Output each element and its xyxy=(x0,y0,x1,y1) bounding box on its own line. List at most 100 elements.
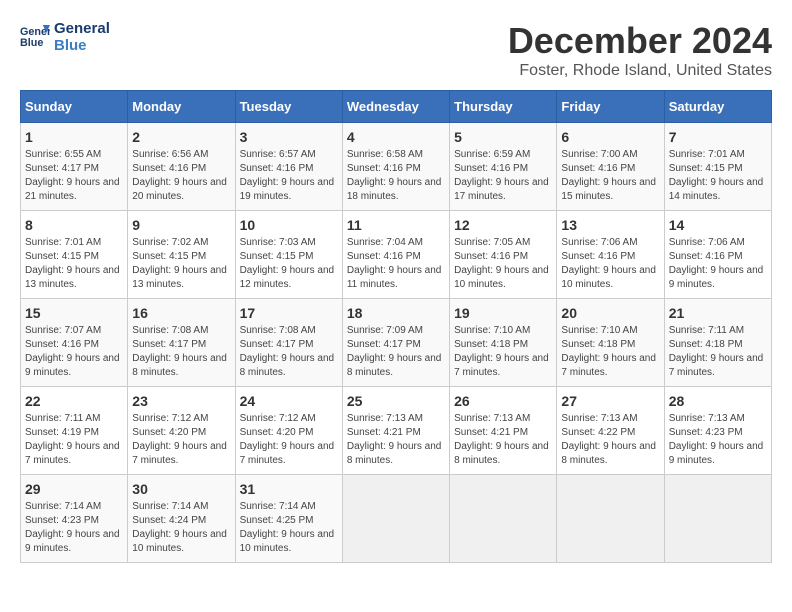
sunrise-text: Sunrise: 7:13 AM xyxy=(454,412,552,426)
daylight-text: Daylight: 9 hours and 7 minutes. xyxy=(25,440,123,468)
sunrise-text: Sunrise: 7:09 AM xyxy=(347,324,445,338)
day-info: Sunrise: 7:09 AM Sunset: 4:17 PM Dayligh… xyxy=(347,324,445,380)
sunset-text: Sunset: 4:17 PM xyxy=(347,338,445,352)
column-header-sunday: Sunday xyxy=(21,91,128,123)
sunrise-text: Sunrise: 7:05 AM xyxy=(454,236,552,250)
day-number: 21 xyxy=(669,305,767,321)
sunset-text: Sunset: 4:16 PM xyxy=(347,162,445,176)
calendar-cell xyxy=(557,475,664,563)
calendar-cell: 24 Sunrise: 7:12 AM Sunset: 4:20 PM Dayl… xyxy=(235,387,342,475)
daylight-text: Daylight: 9 hours and 15 minutes. xyxy=(561,176,659,204)
day-number: 26 xyxy=(454,393,552,409)
sunrise-text: Sunrise: 6:58 AM xyxy=(347,148,445,162)
page-subtitle: Foster, Rhode Island, United States xyxy=(508,62,772,80)
day-info: Sunrise: 7:14 AM Sunset: 4:25 PM Dayligh… xyxy=(240,500,338,556)
daylight-text: Daylight: 9 hours and 17 minutes. xyxy=(454,176,552,204)
calendar-week-row: 1 Sunrise: 6:55 AM Sunset: 4:17 PM Dayli… xyxy=(21,123,772,211)
sunset-text: Sunset: 4:20 PM xyxy=(132,426,230,440)
day-number: 16 xyxy=(132,305,230,321)
day-number: 4 xyxy=(347,129,445,145)
sunrise-text: Sunrise: 7:13 AM xyxy=(347,412,445,426)
daylight-text: Daylight: 9 hours and 8 minutes. xyxy=(561,440,659,468)
calendar-cell: 18 Sunrise: 7:09 AM Sunset: 4:17 PM Dayl… xyxy=(342,299,449,387)
day-info: Sunrise: 7:07 AM Sunset: 4:16 PM Dayligh… xyxy=(25,324,123,380)
day-info: Sunrise: 6:57 AM Sunset: 4:16 PM Dayligh… xyxy=(240,148,338,204)
sunset-text: Sunset: 4:18 PM xyxy=(454,338,552,352)
sunset-text: Sunset: 4:15 PM xyxy=(25,250,123,264)
sunrise-text: Sunrise: 7:14 AM xyxy=(132,500,230,514)
daylight-text: Daylight: 9 hours and 9 minutes. xyxy=(25,352,123,380)
daylight-text: Daylight: 9 hours and 9 minutes. xyxy=(669,264,767,292)
calendar-cell: 15 Sunrise: 7:07 AM Sunset: 4:16 PM Dayl… xyxy=(21,299,128,387)
sunrise-text: Sunrise: 7:01 AM xyxy=(669,148,767,162)
sunrise-text: Sunrise: 7:02 AM xyxy=(132,236,230,250)
daylight-text: Daylight: 9 hours and 13 minutes. xyxy=(25,264,123,292)
sunrise-text: Sunrise: 7:13 AM xyxy=(561,412,659,426)
day-info: Sunrise: 7:13 AM Sunset: 4:21 PM Dayligh… xyxy=(347,412,445,468)
calendar-cell: 3 Sunrise: 6:57 AM Sunset: 4:16 PM Dayli… xyxy=(235,123,342,211)
daylight-text: Daylight: 9 hours and 21 minutes. xyxy=(25,176,123,204)
daylight-text: Daylight: 9 hours and 10 minutes. xyxy=(454,264,552,292)
day-info: Sunrise: 6:56 AM Sunset: 4:16 PM Dayligh… xyxy=(132,148,230,204)
sunset-text: Sunset: 4:16 PM xyxy=(561,250,659,264)
svg-text:Blue: Blue xyxy=(20,37,43,49)
logo: General Blue General Blue xyxy=(20,20,110,54)
sunrise-text: Sunrise: 7:11 AM xyxy=(25,412,123,426)
day-info: Sunrise: 7:13 AM Sunset: 4:23 PM Dayligh… xyxy=(669,412,767,468)
day-number: 10 xyxy=(240,217,338,233)
calendar-cell: 4 Sunrise: 6:58 AM Sunset: 4:16 PM Dayli… xyxy=(342,123,449,211)
sunrise-text: Sunrise: 7:12 AM xyxy=(132,412,230,426)
sunrise-text: Sunrise: 7:06 AM xyxy=(561,236,659,250)
calendar-cell: 7 Sunrise: 7:01 AM Sunset: 4:15 PM Dayli… xyxy=(664,123,771,211)
calendar-cell: 28 Sunrise: 7:13 AM Sunset: 4:23 PM Dayl… xyxy=(664,387,771,475)
day-number: 24 xyxy=(240,393,338,409)
day-info: Sunrise: 7:01 AM Sunset: 4:15 PM Dayligh… xyxy=(669,148,767,204)
day-number: 20 xyxy=(561,305,659,321)
daylight-text: Daylight: 9 hours and 7 minutes. xyxy=(561,352,659,380)
day-number: 25 xyxy=(347,393,445,409)
daylight-text: Daylight: 9 hours and 7 minutes. xyxy=(669,352,767,380)
day-number: 8 xyxy=(25,217,123,233)
calendar-cell: 31 Sunrise: 7:14 AM Sunset: 4:25 PM Dayl… xyxy=(235,475,342,563)
calendar-cell: 2 Sunrise: 6:56 AM Sunset: 4:16 PM Dayli… xyxy=(128,123,235,211)
sunrise-text: Sunrise: 7:06 AM xyxy=(669,236,767,250)
sunset-text: Sunset: 4:16 PM xyxy=(669,250,767,264)
daylight-text: Daylight: 9 hours and 10 minutes. xyxy=(561,264,659,292)
column-header-wednesday: Wednesday xyxy=(342,91,449,123)
day-number: 2 xyxy=(132,129,230,145)
daylight-text: Daylight: 9 hours and 14 minutes. xyxy=(669,176,767,204)
column-header-thursday: Thursday xyxy=(450,91,557,123)
sunrise-text: Sunrise: 7:01 AM xyxy=(25,236,123,250)
calendar-header-row: SundayMondayTuesdayWednesdayThursdayFrid… xyxy=(21,91,772,123)
day-info: Sunrise: 7:10 AM Sunset: 4:18 PM Dayligh… xyxy=(561,324,659,380)
day-info: Sunrise: 7:11 AM Sunset: 4:18 PM Dayligh… xyxy=(669,324,767,380)
sunrise-text: Sunrise: 7:12 AM xyxy=(240,412,338,426)
sunset-text: Sunset: 4:16 PM xyxy=(561,162,659,176)
daylight-text: Daylight: 9 hours and 8 minutes. xyxy=(347,352,445,380)
daylight-text: Daylight: 9 hours and 10 minutes. xyxy=(240,528,338,556)
sunset-text: Sunset: 4:16 PM xyxy=(240,162,338,176)
calendar-cell: 19 Sunrise: 7:10 AM Sunset: 4:18 PM Dayl… xyxy=(450,299,557,387)
daylight-text: Daylight: 9 hours and 7 minutes. xyxy=(454,352,552,380)
sunrise-text: Sunrise: 7:10 AM xyxy=(454,324,552,338)
sunset-text: Sunset: 4:23 PM xyxy=(669,426,767,440)
sunrise-text: Sunrise: 7:10 AM xyxy=(561,324,659,338)
calendar-cell: 10 Sunrise: 7:03 AM Sunset: 4:15 PM Dayl… xyxy=(235,211,342,299)
day-info: Sunrise: 7:06 AM Sunset: 4:16 PM Dayligh… xyxy=(561,236,659,292)
page-title: December 2024 xyxy=(508,20,772,62)
sunset-text: Sunset: 4:18 PM xyxy=(669,338,767,352)
day-info: Sunrise: 7:12 AM Sunset: 4:20 PM Dayligh… xyxy=(132,412,230,468)
day-info: Sunrise: 7:10 AM Sunset: 4:18 PM Dayligh… xyxy=(454,324,552,380)
sunrise-text: Sunrise: 7:04 AM xyxy=(347,236,445,250)
day-number: 14 xyxy=(669,217,767,233)
title-area: December 2024 Foster, Rhode Island, Unit… xyxy=(508,20,772,80)
column-header-saturday: Saturday xyxy=(664,91,771,123)
calendar-cell: 6 Sunrise: 7:00 AM Sunset: 4:16 PM Dayli… xyxy=(557,123,664,211)
day-info: Sunrise: 7:02 AM Sunset: 4:15 PM Dayligh… xyxy=(132,236,230,292)
calendar-cell xyxy=(342,475,449,563)
sunset-text: Sunset: 4:18 PM xyxy=(561,338,659,352)
sunset-text: Sunset: 4:16 PM xyxy=(25,338,123,352)
day-number: 11 xyxy=(347,217,445,233)
daylight-text: Daylight: 9 hours and 10 minutes. xyxy=(132,528,230,556)
day-info: Sunrise: 7:08 AM Sunset: 4:17 PM Dayligh… xyxy=(132,324,230,380)
